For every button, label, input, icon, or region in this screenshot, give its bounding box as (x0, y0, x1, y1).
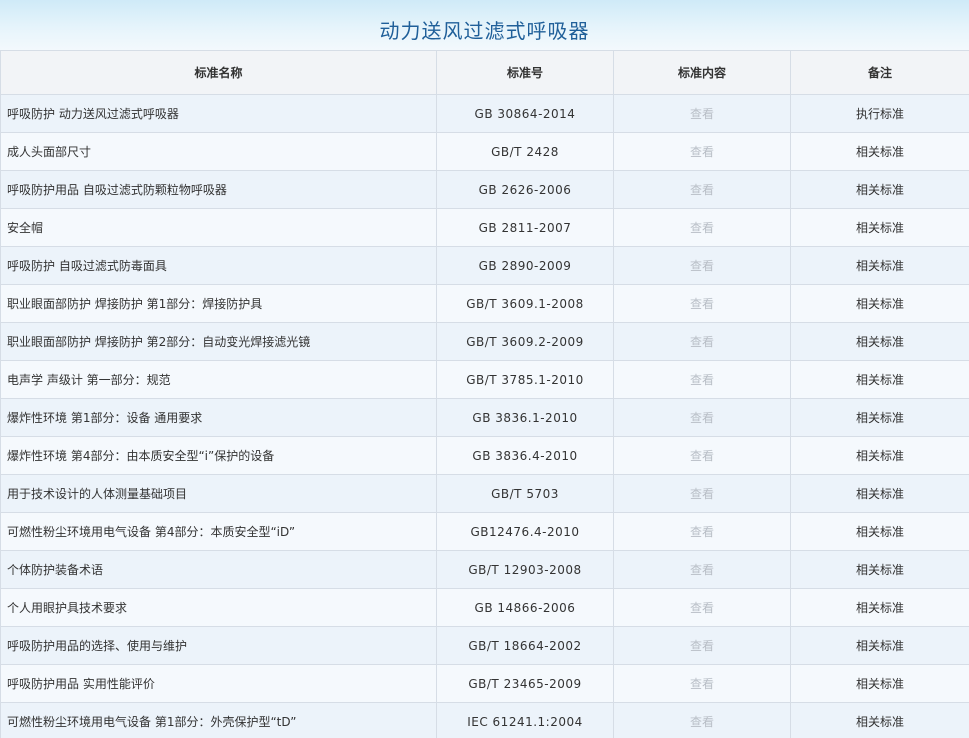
remarks-cell: 相关标准 (790, 246, 969, 285)
standard-code-cell: GB 14866-2006 (436, 588, 614, 627)
table-row: 呼吸防护用品 自吸过滤式防颗粒物呼吸器 GB 2626-2006 查看 相关标准 (0, 170, 969, 209)
standard-name-cell: 可燃性粉尘环境用电气设备 第4部分：本质安全型“iD” (0, 512, 437, 551)
view-content-link[interactable]: 查看 (613, 398, 791, 437)
standard-name-cell: 职业眼面部防护 焊接防护 第1部分：焊接防护具 (0, 284, 437, 323)
table-row: 成人头面部尺寸 GB/T 2428 查看 相关标准 (0, 132, 969, 171)
table-row: 爆炸性环境 第1部分：设备 通用要求 GB 3836.1-2010 查看 相关标准 (0, 398, 969, 437)
standard-name-cell: 个体防护装备术语 (0, 550, 437, 589)
table-row: 呼吸防护用品 实用性能评价 GB/T 23465-2009 查看 相关标准 (0, 664, 969, 703)
view-content-link[interactable]: 查看 (613, 664, 791, 703)
view-content-link[interactable]: 查看 (613, 246, 791, 285)
standard-name-cell: 爆炸性环境 第4部分：由本质安全型“i”保护的设备 (0, 436, 437, 475)
remarks-cell: 相关标准 (790, 664, 969, 703)
remarks-cell: 相关标准 (790, 588, 969, 627)
remarks-cell: 相关标准 (790, 208, 969, 247)
standard-code-cell: GB/T 3785.1-2010 (436, 360, 614, 399)
remarks-cell: 相关标准 (790, 322, 969, 361)
standards-table: 标准名称 标准号 标准内容 备注 呼吸防护 动力送风过滤式呼吸器 GB 30864… (0, 50, 969, 738)
table-row: 职业眼面部防护 焊接防护 第2部分：自动变光焊接滤光镜 GB/T 3609.2-2… (0, 322, 969, 361)
standard-code-cell: IEC 61241.1:2004 (436, 702, 614, 738)
header-standard-content: 标准内容 (613, 50, 791, 95)
remarks-cell: 相关标准 (790, 284, 969, 323)
standard-code-cell: GB 3836.1-2010 (436, 398, 614, 437)
standard-name-cell: 用于技术设计的人体测量基础项目 (0, 474, 437, 513)
remarks-cell: 相关标准 (790, 702, 969, 738)
remarks-cell: 相关标准 (790, 398, 969, 437)
view-content-link[interactable]: 查看 (613, 626, 791, 665)
standard-name-cell: 可燃性粉尘环境用电气设备 第1部分：外壳保护型“tD” (0, 702, 437, 738)
table-row: 可燃性粉尘环境用电气设备 第1部分：外壳保护型“tD” IEC 61241.1:2… (0, 702, 969, 738)
view-content-link[interactable]: 查看 (613, 512, 791, 551)
table-row: 个体防护装备术语 GB/T 12903-2008 查看 相关标准 (0, 550, 969, 589)
remarks-cell: 相关标准 (790, 436, 969, 475)
standard-name-cell: 呼吸防护 自吸过滤式防毒面具 (0, 246, 437, 285)
remarks-cell: 相关标准 (790, 626, 969, 665)
view-content-link[interactable]: 查看 (613, 94, 791, 133)
header-standard-code: 标准号 (436, 50, 614, 95)
standard-name-cell: 电声学 声级计 第一部分：规范 (0, 360, 437, 399)
page-header: 动力送风过滤式呼吸器 (0, 0, 969, 50)
table-row: 安全帽 GB 2811-2007 查看 相关标准 (0, 208, 969, 247)
standard-code-cell: GB/T 2428 (436, 132, 614, 171)
remarks-cell: 执行标准 (790, 94, 969, 133)
standard-name-cell: 成人头面部尺寸 (0, 132, 437, 171)
view-content-link[interactable]: 查看 (613, 360, 791, 399)
standard-code-cell: GB/T 3609.2-2009 (436, 322, 614, 361)
table-row: 用于技术设计的人体测量基础项目 GB/T 5703 查看 相关标准 (0, 474, 969, 513)
table-row: 个人用眼护具技术要求 GB 14866-2006 查看 相关标准 (0, 588, 969, 627)
remarks-cell: 相关标准 (790, 170, 969, 209)
table-body: 呼吸防护 动力送风过滤式呼吸器 GB 30864-2014 查看 执行标准 成人头面部尺… (0, 94, 969, 738)
standard-code-cell: GB/T 18664-2002 (436, 626, 614, 665)
view-content-link[interactable]: 查看 (613, 208, 791, 247)
remarks-cell: 相关标准 (790, 474, 969, 513)
view-content-link[interactable]: 查看 (613, 550, 791, 589)
standard-name-cell: 爆炸性环境 第1部分：设备 通用要求 (0, 398, 437, 437)
header-remarks: 备注 (790, 50, 969, 95)
view-content-link[interactable]: 查看 (613, 474, 791, 513)
standard-name-cell: 呼吸防护用品 实用性能评价 (0, 664, 437, 703)
table-row: 呼吸防护 动力送风过滤式呼吸器 GB 30864-2014 查看 执行标准 (0, 94, 969, 133)
table-row: 呼吸防护用品的选择、使用与维护 GB/T 18664-2002 查看 相关标准 (0, 626, 969, 665)
table-row: 可燃性粉尘环境用电气设备 第4部分：本质安全型“iD” GB12476.4-201… (0, 512, 969, 551)
standard-code-cell: GB12476.4-2010 (436, 512, 614, 551)
standard-name-cell: 个人用眼护具技术要求 (0, 588, 437, 627)
header-standard-name: 标准名称 (0, 50, 437, 95)
page: 动力送风过滤式呼吸器 标准名称 标准号 标准内容 备注 呼吸防护 动力送风过滤式… (0, 0, 969, 738)
remarks-cell: 相关标准 (790, 550, 969, 589)
table-row: 电声学 声级计 第一部分：规范 GB/T 3785.1-2010 查看 相关标准 (0, 360, 969, 399)
standard-code-cell: GB/T 5703 (436, 474, 614, 513)
view-content-link[interactable]: 查看 (613, 284, 791, 323)
view-content-link[interactable]: 查看 (613, 588, 791, 627)
view-content-link[interactable]: 查看 (613, 436, 791, 475)
standard-code-cell: GB/T 3609.1-2008 (436, 284, 614, 323)
table-row: 爆炸性环境 第4部分：由本质安全型“i”保护的设备 GB 3836.4-2010 查… (0, 436, 969, 475)
page-title: 动力送风过滤式呼吸器 (379, 18, 590, 43)
standard-code-cell: GB/T 23465-2009 (436, 664, 614, 703)
standard-code-cell: GB 3836.4-2010 (436, 436, 614, 475)
view-content-link[interactable]: 查看 (613, 170, 791, 209)
standard-name-cell: 职业眼面部防护 焊接防护 第2部分：自动变光焊接滤光镜 (0, 322, 437, 361)
remarks-cell: 相关标准 (790, 512, 969, 551)
standard-name-cell: 呼吸防护用品 自吸过滤式防颗粒物呼吸器 (0, 170, 437, 209)
view-content-link[interactable]: 查看 (613, 322, 791, 361)
table-row: 呼吸防护 自吸过滤式防毒面具 GB 2890-2009 查看 相关标准 (0, 246, 969, 285)
remarks-cell: 相关标准 (790, 360, 969, 399)
standard-code-cell: GB 2626-2006 (436, 170, 614, 209)
standard-name-cell: 呼吸防护用品的选择、使用与维护 (0, 626, 437, 665)
table-row: 职业眼面部防护 焊接防护 第1部分：焊接防护具 GB/T 3609.1-2008 查… (0, 284, 969, 323)
standard-name-cell: 安全帽 (0, 208, 437, 247)
standard-code-cell: GB 30864-2014 (436, 94, 614, 133)
view-content-link[interactable]: 查看 (613, 132, 791, 171)
view-content-link[interactable]: 查看 (613, 702, 791, 738)
standard-code-cell: GB/T 12903-2008 (436, 550, 614, 589)
standard-code-cell: GB 2811-2007 (436, 208, 614, 247)
standard-name-cell: 呼吸防护 动力送风过滤式呼吸器 (0, 94, 437, 133)
remarks-cell: 相关标准 (790, 132, 969, 171)
standard-code-cell: GB 2890-2009 (436, 246, 614, 285)
table-header-row: 标准名称 标准号 标准内容 备注 (0, 50, 969, 95)
